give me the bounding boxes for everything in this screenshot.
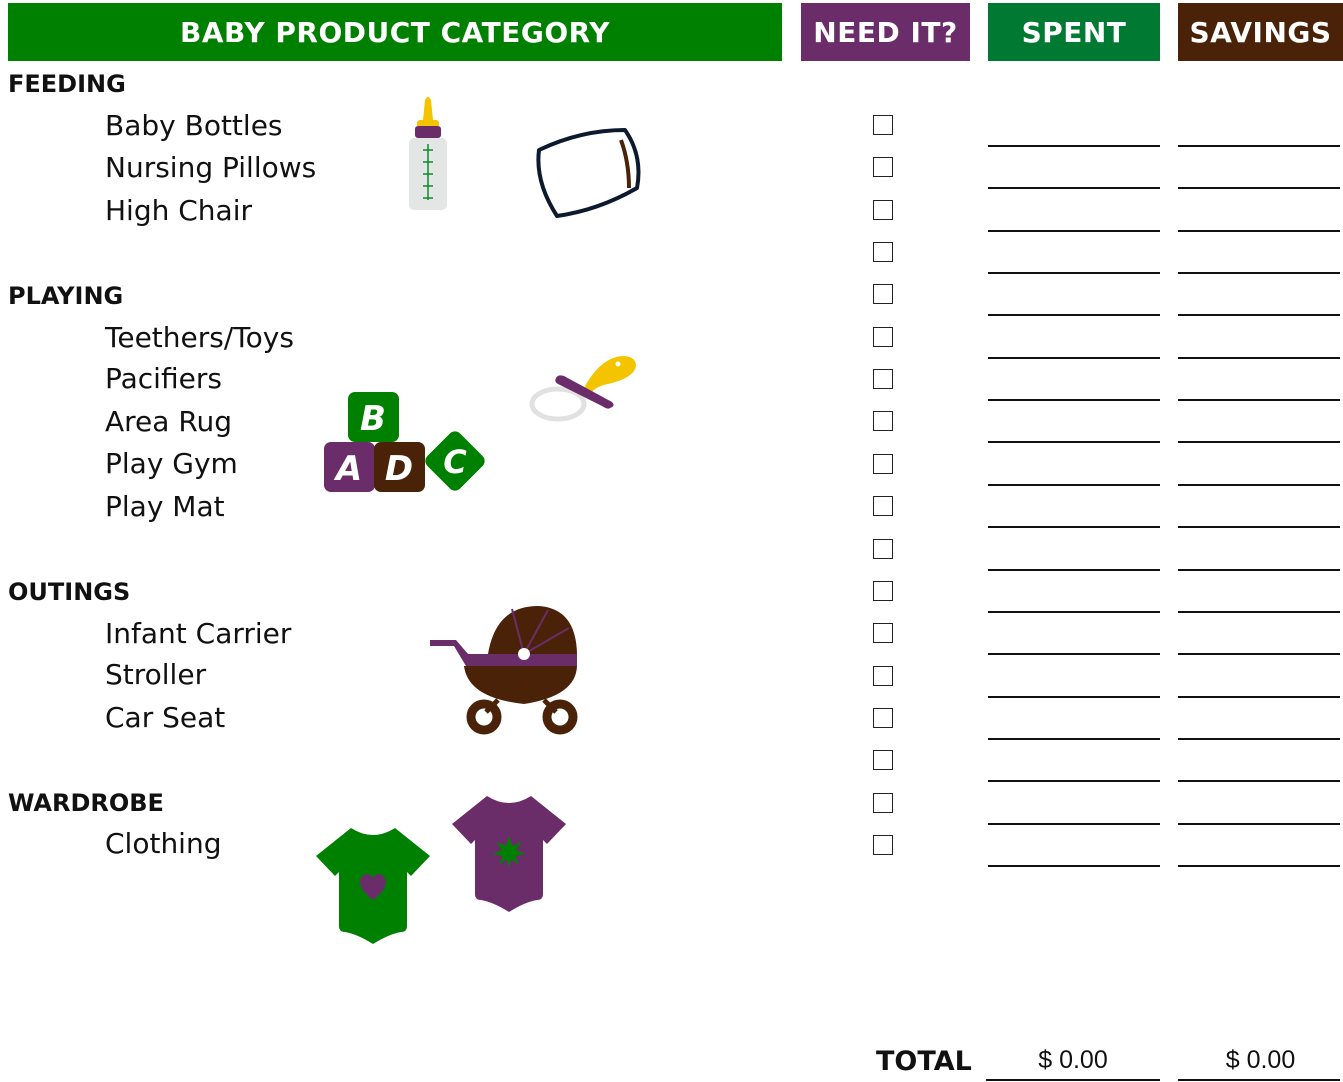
spent-entry-line[interactable] [988,314,1160,317]
spent-entry-line[interactable] [988,526,1160,529]
pacifier-icon [529,356,636,422]
savings-entry-line[interactable] [1178,187,1340,190]
item-nursing-pillows: Nursing Pillows [105,151,317,184]
spent-entry-line[interactable] [988,145,1160,147]
savings-entry-line[interactable] [1178,526,1340,529]
total-spent-underline [986,1079,1160,1081]
savings-entry-line[interactable] [1178,314,1340,317]
item-baby-bottles: Baby Bottles [105,109,283,142]
total-savings-value: $ 0.00 [1225,1046,1296,1074]
item-stroller: Stroller [105,658,207,691]
item-infant-carrier: Infant Carrier [105,617,292,650]
need-it-checkbox[interactable] [873,707,893,728]
savings-entry-line[interactable] [1178,272,1340,275]
item-clothing: Clothing [105,827,222,860]
stroller-icon [430,606,578,735]
need-it-checkbox[interactable] [873,199,893,220]
spent-entry-line[interactable] [988,695,1160,698]
savings-entry-line[interactable] [1178,695,1340,698]
onesie-heart-icon [316,828,430,944]
need-it-checkbox[interactable] [873,538,893,559]
need-it-checkbox[interactable] [873,792,893,813]
savings-entry-line[interactable] [1178,229,1340,232]
total-spent-value: $ 0.00 [1038,1046,1108,1074]
need-it-checkbox[interactable] [873,157,893,178]
spent-entry-line[interactable] [988,737,1160,740]
savings-entry-line[interactable] [1178,610,1340,613]
savings-entry-line[interactable] [1178,441,1340,444]
header-spent: SPENT [988,3,1160,61]
need-it-checkbox[interactable] [873,580,893,601]
baby-bottle-icon [409,97,447,210]
spent-entry-line[interactable] [988,864,1160,867]
spent-entry-line[interactable] [988,441,1160,444]
need-it-checkbox[interactable] [873,834,893,855]
block-d-letter: D [385,449,413,489]
total-savings-underline [1178,1079,1340,1081]
item-play-gym: Play Gym [105,447,238,480]
pillow-icon [536,128,641,218]
spent-entry-line[interactable] [988,780,1160,783]
spent-entry-line[interactable] [988,399,1160,402]
total-label: TOTAL [876,1046,972,1077]
savings-entry-line[interactable] [1178,864,1340,867]
block-c-letter: C [443,443,467,481]
need-it-checkbox[interactable] [873,411,893,432]
header-need-it: NEED IT? [801,3,970,61]
need-it-checkbox[interactable] [873,326,893,347]
savings-entry-line[interactable] [1178,356,1340,359]
block-a-letter: A [333,449,362,489]
item-area-rug: Area Rug [105,405,233,438]
need-it-checkbox[interactable] [873,284,893,305]
savings-entry-line[interactable] [1178,737,1340,740]
onesie-star-icon [452,796,566,912]
need-it-checkbox[interactable] [873,750,893,771]
spent-entry-line[interactable] [988,610,1160,613]
savings-entry-line[interactable] [1178,653,1340,656]
spent-entry-line[interactable] [988,229,1160,232]
category-playing: PLAYING [8,282,124,310]
header-savings: SAVINGS [1178,3,1343,61]
need-it-checkbox[interactable] [873,453,893,474]
spent-entry-line[interactable] [988,272,1160,275]
spent-entry-line[interactable] [988,483,1160,486]
item-teethers-toys: Teethers/Toys [105,321,294,354]
header-category: BABY PRODUCT CATEGORY [8,3,782,61]
block-b-letter: B [360,399,386,439]
category-wardrobe: WARDROBE [8,789,164,817]
item-pacifiers: Pacifiers [105,362,222,395]
need-it-checkbox[interactable] [873,623,893,644]
savings-entry-line[interactable] [1178,483,1340,486]
savings-entry-line[interactable] [1178,568,1340,571]
item-car-seat: Car Seat [105,701,226,734]
spent-entry-line[interactable] [988,187,1160,190]
item-high-chair: High Chair [105,194,252,227]
need-it-checkbox[interactable] [873,242,893,263]
savings-entry-line[interactable] [1178,145,1340,147]
need-it-checkbox[interactable] [873,665,893,686]
abc-blocks-icon: B A D C [324,392,485,492]
category-feeding: FEEDING [8,70,126,98]
spent-entry-line[interactable] [988,653,1160,656]
savings-entry-line[interactable] [1178,822,1340,825]
need-it-checkbox[interactable] [873,496,893,517]
savings-entry-line[interactable] [1178,780,1340,783]
spent-entry-line[interactable] [988,822,1160,825]
need-it-checkbox[interactable] [873,115,893,135]
spent-entry-line[interactable] [988,568,1160,571]
category-outings: OUTINGS [8,578,131,606]
need-it-checkbox[interactable] [873,369,893,390]
savings-entry-line[interactable] [1178,399,1340,402]
item-play-mat: Play Mat [105,490,225,523]
spent-entry-line[interactable] [988,356,1160,359]
